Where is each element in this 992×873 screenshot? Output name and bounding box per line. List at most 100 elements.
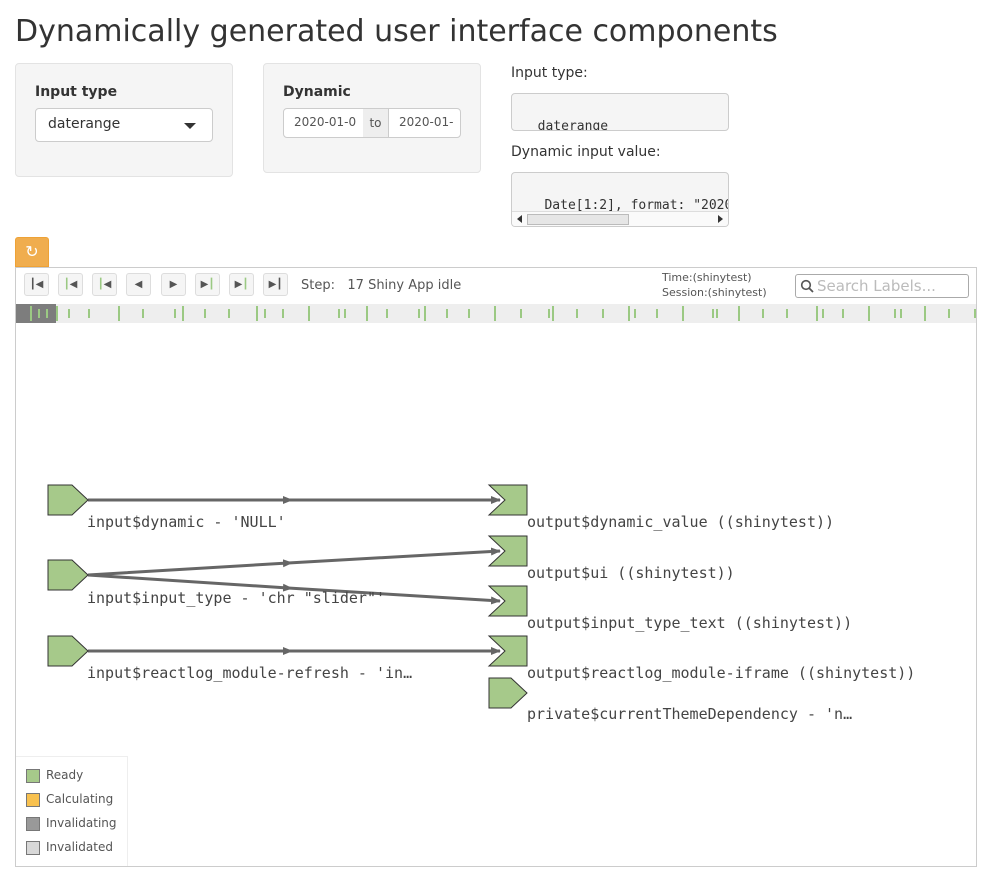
date-start-input[interactable]: 2020-01-0 — [283, 108, 364, 138]
prev-output-button[interactable]: ┃◀ — [92, 273, 117, 296]
timeline-tick[interactable] — [900, 309, 902, 318]
timeline-tick[interactable] — [602, 309, 604, 318]
scroll-left-icon[interactable] — [517, 215, 522, 223]
timeline-tick[interactable] — [682, 306, 684, 321]
dependency-graph[interactable]: input$dynamic - 'NULL' input$input_type … — [16, 323, 976, 867]
legend-label-calculating: Calculating — [46, 792, 114, 806]
reactlog-refresh-button[interactable]: ↻ — [15, 237, 49, 267]
timeline-tick[interactable] — [174, 309, 176, 318]
page-title: Dynamically generated user interface com… — [15, 14, 778, 49]
node-private-theme-dependency[interactable] — [488, 677, 528, 709]
timeline-tick[interactable] — [30, 306, 32, 321]
timeline-tick[interactable] — [738, 306, 740, 321]
timeline-tick[interactable] — [446, 309, 448, 318]
search-placeholder: Search Labels... — [817, 277, 936, 295]
timeline-tick[interactable] — [386, 309, 388, 318]
date-end-input[interactable]: 2020-01- — [388, 108, 461, 138]
legend-label-invalidated: Invalidated — [46, 840, 113, 854]
timeline-tick[interactable] — [948, 309, 950, 318]
timeline-tick[interactable] — [308, 306, 310, 321]
legend-item-invalidated: Invalidated — [26, 840, 113, 855]
next-output-button[interactable]: ▶┃ — [195, 273, 220, 296]
timeline-tick[interactable] — [366, 306, 368, 321]
timeline-ticks — [30, 306, 976, 321]
input-type-select[interactable]: daterange — [35, 108, 213, 142]
timeline-tick[interactable] — [424, 306, 426, 321]
timeline-tick[interactable] — [468, 309, 470, 318]
step-value: 17 Shiny App idle — [347, 278, 462, 293]
timeline-tick[interactable] — [656, 309, 658, 318]
search-icon — [800, 279, 814, 293]
timeline-tick[interactable] — [182, 306, 184, 321]
timeline-tick[interactable] — [142, 309, 144, 318]
first-step-button[interactable]: ┃◀ — [24, 273, 49, 296]
node-private-theme-dependency-label: private$currentThemeDependency - 'n… — [527, 705, 852, 723]
node-input-refresh[interactable] — [47, 635, 89, 667]
timeline-tick[interactable] — [786, 309, 788, 318]
status-legend: Ready Calculating Invalidating Invalidat… — [16, 756, 128, 866]
legend-swatch-calculating — [26, 792, 40, 807]
timeline-tick[interactable] — [88, 309, 90, 318]
timeline-tick[interactable] — [520, 309, 522, 318]
timeline-tick[interactable] — [68, 309, 70, 318]
timeline-tick[interactable] — [712, 309, 714, 318]
timeline-tick[interactable] — [894, 309, 896, 318]
date-range-separator: to — [363, 108, 388, 138]
reactlog-iframe: ┃◀ ┃◀ ┃◀ ◀ ▶ ▶┃ ▶┃ ▶┃ Step: 17 Shiny App… — [15, 267, 977, 867]
chevron-down-icon — [184, 123, 196, 129]
session-label: Session:(shinytest) — [662, 286, 767, 299]
timeline-tick[interactable] — [56, 306, 58, 321]
timeline-tick[interactable] — [46, 309, 48, 318]
timeline-tick[interactable] — [762, 309, 764, 318]
legend-label-invalidating: Invalidating — [46, 816, 117, 830]
dynamic-panel: Dynamic 2020-01-0 to 2020-01- — [263, 63, 481, 173]
legend-label-ready: Ready — [46, 768, 84, 782]
node-input-input-type[interactable] — [47, 559, 89, 591]
timeline-tick[interactable] — [868, 306, 870, 321]
prev-step-button[interactable]: ◀ — [126, 273, 151, 296]
dynamic-label: Dynamic — [283, 84, 351, 100]
timeline-tick[interactable] — [716, 309, 718, 318]
timeline-tick[interactable] — [494, 306, 496, 321]
timeline-tick[interactable] — [344, 309, 346, 318]
timeline-tick[interactable] — [282, 309, 284, 318]
legend-item-calculating: Calculating — [26, 792, 113, 807]
timeline-tick[interactable] — [634, 309, 636, 318]
legend-swatch-ready — [26, 768, 40, 783]
timeline-tick[interactable] — [576, 309, 578, 318]
node-input-dynamic-label: input$dynamic - 'NULL' — [87, 513, 286, 531]
timeline-tick[interactable] — [418, 309, 420, 318]
timeline-tick[interactable] — [256, 306, 258, 321]
timeline-tick[interactable] — [816, 306, 818, 321]
timeline-tick[interactable] — [338, 309, 340, 318]
node-output-ui-label: output$ui ((shinytest)) — [527, 564, 735, 582]
next-idle-button[interactable]: ▶┃ — [229, 273, 254, 296]
timeline-tick[interactable] — [38, 309, 40, 318]
node-input-dynamic[interactable] — [47, 484, 89, 516]
step-timeline[interactable] — [16, 304, 976, 323]
prev-idle-button[interactable]: ┃◀ — [58, 273, 83, 296]
input-type-output: daterange — [511, 93, 729, 131]
scrollbar-thumb[interactable] — [527, 214, 629, 225]
timeline-tick[interactable] — [974, 309, 976, 318]
search-labels-input[interactable]: Search Labels... — [795, 274, 969, 298]
timeline-tick[interactable] — [118, 306, 120, 321]
timeline-tick[interactable] — [822, 309, 824, 318]
horizontal-scrollbar[interactable] — [512, 211, 728, 226]
timeline-tick[interactable] — [264, 309, 266, 318]
next-step-button[interactable]: ▶ — [161, 273, 186, 296]
last-step-button[interactable]: ▶┃ — [263, 273, 288, 296]
dynamic-value-label: Dynamic input value: — [511, 144, 661, 160]
timeline-tick[interactable] — [204, 309, 206, 318]
legend-swatch-invalidated — [26, 840, 40, 855]
timeline-tick[interactable] — [842, 309, 844, 318]
node-input-input-type-label: input$input_type - 'chr "slider"' — [87, 589, 385, 607]
timeline-tick[interactable] — [924, 306, 926, 321]
input-type-selected: daterange — [48, 116, 121, 132]
timeline-tick[interactable] — [228, 309, 230, 318]
scroll-right-icon[interactable] — [718, 215, 723, 223]
node-output-input-type-text-label: output$input_type_text ((shinytest)) — [527, 614, 852, 632]
timeline-tick[interactable] — [552, 306, 554, 321]
timeline-tick[interactable] — [628, 306, 630, 321]
timeline-tick[interactable] — [548, 309, 550, 318]
